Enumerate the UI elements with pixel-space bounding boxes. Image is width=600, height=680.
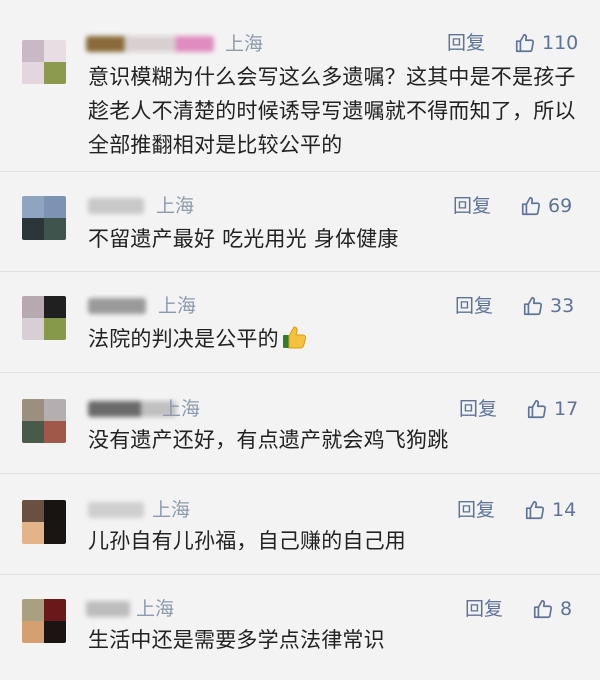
comment-location: 上海	[225, 33, 264, 55]
like-button[interactable]: 33	[522, 294, 574, 318]
comment-text: 法院的判决是公平的	[88, 327, 279, 351]
thumbs-up-emoji	[281, 324, 307, 360]
comment-text-row: 法院的判决是公平的	[88, 322, 583, 360]
comment-text: 生活中还是需要多学点法律常识	[88, 628, 385, 652]
comment-text: 不留遗产最好 吃光用光 身体健康	[88, 227, 399, 251]
comment-text: 意识模糊为什么会写这么多遗嘱？这其中是不是孩子趁老人不清楚的时候诱导写遗嘱就不得…	[88, 65, 576, 157]
thumbs-up-icon	[525, 500, 545, 520]
avatar[interactable]	[22, 40, 66, 84]
like-button[interactable]: 8	[532, 597, 572, 621]
comment-location: 上海	[156, 195, 195, 217]
like-count: 14	[552, 499, 577, 521]
thumbs-up-icon	[533, 599, 553, 619]
comment-location: 上海	[162, 398, 201, 420]
comment-text: 儿孙自有儿孙福，自己赚的自己用	[88, 529, 406, 553]
comment-item: 上海 回复 8 生活中还是需要多学点法律常识	[0, 575, 600, 680]
comment-location: 上海	[158, 295, 197, 317]
username-redacted[interactable]	[86, 601, 130, 617]
like-button[interactable]: 14	[524, 498, 576, 522]
thumbs-up-icon	[515, 33, 535, 53]
comment-item: 上海 回复 14 儿孙自有儿孙福，自己赚的自己用	[0, 474, 600, 575]
avatar[interactable]	[22, 500, 66, 544]
avatar[interactable]	[22, 296, 66, 340]
reply-button[interactable]: 回复	[457, 498, 495, 522]
comment-text: 没有遗产还好，有点遗产就会鸡飞狗跳	[88, 428, 449, 452]
comment-location: 上海	[136, 598, 175, 620]
like-button[interactable]: 17	[526, 397, 578, 421]
avatar[interactable]	[22, 599, 66, 643]
avatar[interactable]	[22, 196, 66, 240]
thumbs-up-icon	[521, 196, 541, 216]
like-count: 33	[550, 295, 575, 317]
reply-button[interactable]: 回复	[459, 397, 497, 421]
avatar[interactable]	[22, 399, 66, 443]
username-redacted[interactable]	[88, 198, 144, 214]
reply-button[interactable]: 回复	[455, 294, 493, 318]
reply-button[interactable]: 回复	[465, 597, 503, 621]
comment-item: 上海 回复 110 意识模糊为什么会写这么多遗嘱？这其中是不是孩子趁老人不清楚的…	[0, 0, 600, 172]
username-redacted[interactable]	[88, 502, 144, 518]
like-count: 17	[554, 398, 579, 420]
like-count: 8	[560, 598, 573, 620]
comment-list: 上海 回复 110 意识模糊为什么会写这么多遗嘱？这其中是不是孩子趁老人不清楚的…	[0, 0, 600, 680]
like-count: 110	[542, 32, 579, 54]
comment-item: 上海 回复 17 没有遗产还好，有点遗产就会鸡飞狗跳	[0, 373, 600, 474]
comment-item: 上海 回复 33 法院的判决是公平的	[0, 272, 600, 373]
comment-location: 上海	[152, 499, 191, 521]
like-button[interactable]: 110	[514, 31, 578, 55]
comment-item: 上海 回复 69 不留遗产最好 吃光用光 身体健康	[0, 172, 600, 272]
reply-button[interactable]: 回复	[453, 194, 491, 218]
thumbs-up-icon	[523, 296, 543, 316]
like-count: 69	[548, 195, 573, 217]
like-button[interactable]: 69	[520, 194, 572, 218]
thumbs-up-icon	[527, 399, 547, 419]
username-redacted[interactable]	[88, 298, 146, 314]
username-redacted[interactable]	[86, 36, 214, 52]
reply-button[interactable]: 回复	[447, 31, 485, 55]
